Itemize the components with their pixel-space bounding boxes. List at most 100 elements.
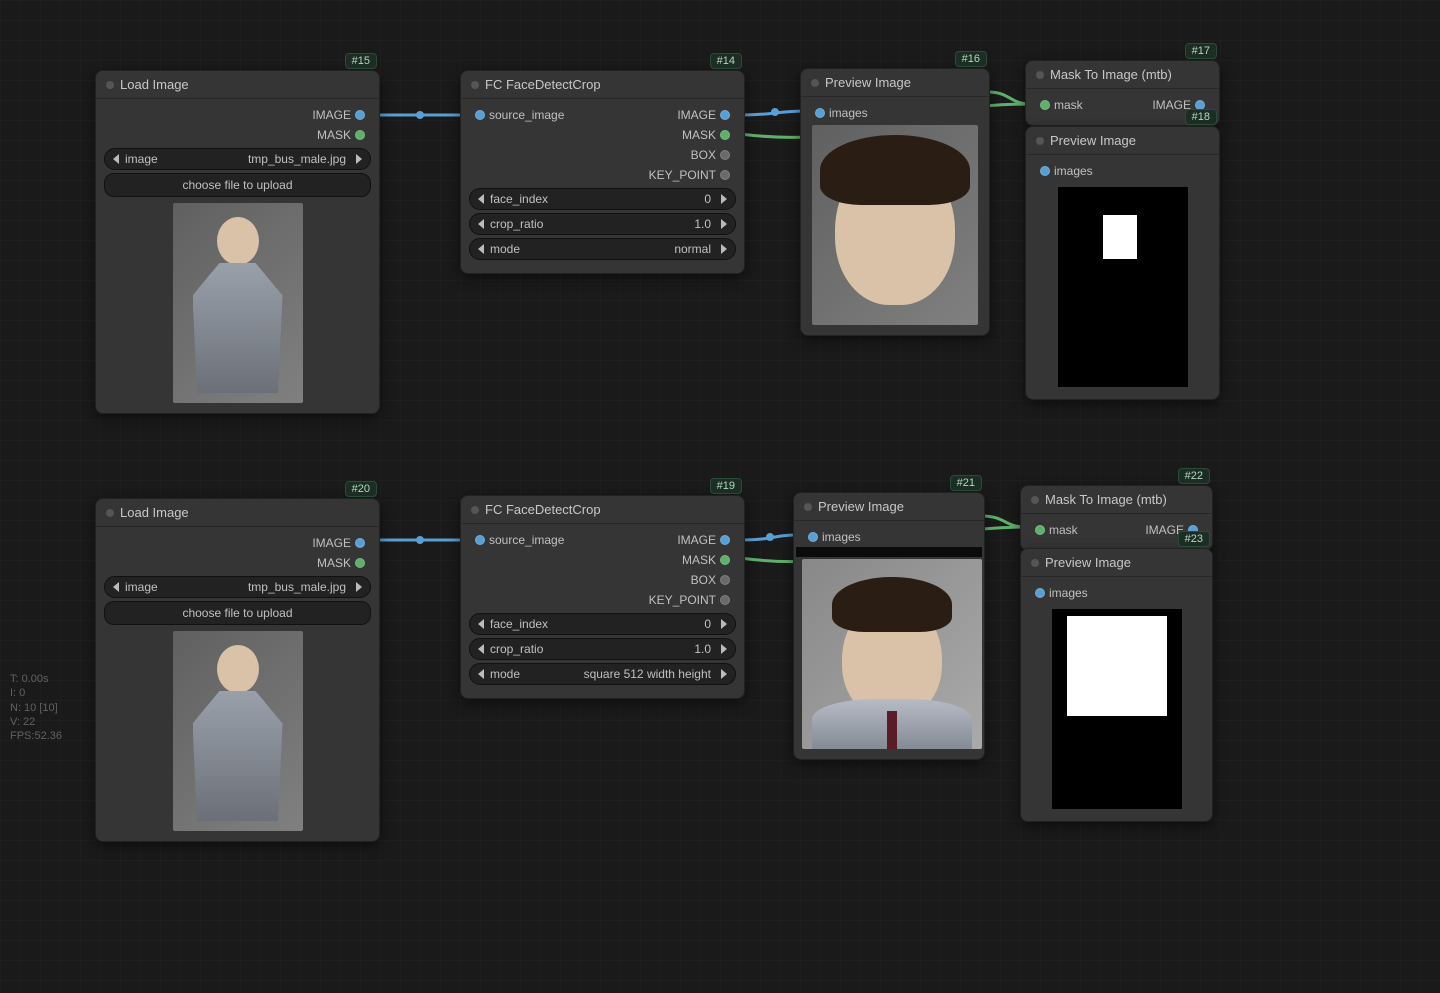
chevron-right-icon[interactable] [721,244,727,254]
preview-thumbnail[interactable] [173,203,303,403]
collapse-toggle-icon[interactable] [1036,71,1044,79]
collapse-toggle-icon[interactable] [804,503,812,511]
output-port-box[interactable] [720,575,730,585]
output-port-image[interactable] [720,535,730,545]
node-title-label: Preview Image [818,499,904,514]
face-index-widget[interactable]: face_index 0 [469,188,736,210]
chevron-right-icon[interactable] [721,669,727,679]
chevron-right-icon[interactable] [721,194,727,204]
output-port-keypoint[interactable] [720,170,730,180]
chevron-left-icon[interactable] [113,582,119,592]
output-mask-label: MASK [682,553,716,567]
node-id-badge: #21 [950,475,982,491]
output-box-label: BOX [691,573,716,587]
collapse-toggle-icon[interactable] [811,79,819,87]
preview-thumbnail[interactable] [812,125,978,325]
output-image-label: IMAGE [677,108,716,122]
node-title[interactable]: Preview Image [794,493,984,521]
mode-widget[interactable]: mode square 512 width height [469,663,736,685]
node-title-label: Mask To Image (mtb) [1045,492,1167,507]
output-port-box[interactable] [720,150,730,160]
collapse-toggle-icon[interactable] [471,81,479,89]
node-id-badge: #14 [710,53,742,69]
output-port-keypoint[interactable] [720,595,730,605]
node-title[interactable]: Load Image [96,499,379,527]
input-port-mask[interactable] [1035,525,1045,535]
chevron-right-icon[interactable] [356,582,362,592]
node-title[interactable]: Mask To Image (mtb) [1026,61,1219,89]
collapse-toggle-icon[interactable] [1031,559,1039,567]
output-port-image[interactable] [720,110,730,120]
stat-fps: FPS:52.36 [10,729,62,743]
crop-ratio-widget[interactable]: crop_ratio 1.0 [469,638,736,660]
widget-value: square 512 width height [584,667,715,681]
collapse-toggle-icon[interactable] [106,81,114,89]
output-mask-label: MASK [682,128,716,142]
chevron-left-icon[interactable] [478,669,484,679]
input-port-images[interactable] [808,532,818,542]
output-port-mask[interactable] [355,130,365,140]
output-port-image[interactable] [355,110,365,120]
output-image-label: IMAGE [312,536,351,550]
input-source-image-label: source_image [489,108,564,122]
node-title-label: Preview Image [1050,133,1136,148]
input-port-source-image[interactable] [475,535,485,545]
chevron-right-icon[interactable] [721,644,727,654]
output-port-mask[interactable] [355,558,365,568]
input-port-images[interactable] [815,108,825,118]
node-load-image-20[interactable]: #20 Load Image IMAGE MASK image tmp_bus_… [95,498,380,842]
node-facedetectcrop-19[interactable]: #19 FC FaceDetectCrop source_image IMAGE… [460,495,745,699]
stat-v: V: 22 [10,715,62,729]
output-port-image[interactable] [355,538,365,548]
node-preview-image-18[interactable]: #18 Preview Image images [1025,126,1220,400]
collapse-toggle-icon[interactable] [1031,496,1039,504]
node-id-badge: #15 [345,53,377,69]
image-selector-widget[interactable]: image tmp_bus_male.jpg [104,148,371,170]
collapse-toggle-icon[interactable] [106,509,114,517]
chevron-left-icon[interactable] [478,619,484,629]
node-preview-image-16[interactable]: #16 Preview Image images [800,68,990,336]
chevron-right-icon[interactable] [721,619,727,629]
node-title[interactable]: FC FaceDetectCrop [461,496,744,524]
node-title[interactable]: Mask To Image (mtb) [1021,486,1212,514]
node-title[interactable]: Load Image [96,71,379,99]
collapse-toggle-icon[interactable] [471,506,479,514]
upload-button[interactable]: choose file to upload [104,173,371,197]
node-preview-image-21[interactable]: #21 Preview Image images [793,492,985,760]
face-index-widget[interactable]: face_index 0 [469,613,736,635]
chevron-left-icon[interactable] [478,219,484,229]
node-preview-image-23[interactable]: #23 Preview Image images [1020,548,1213,822]
node-title[interactable]: Preview Image [801,69,989,97]
mode-widget[interactable]: mode normal [469,238,736,260]
output-port-mask[interactable] [720,555,730,565]
chevron-left-icon[interactable] [478,244,484,254]
chevron-left-icon[interactable] [478,194,484,204]
chevron-left-icon[interactable] [113,154,119,164]
preview-thumbnail[interactable] [802,559,982,749]
input-mask-label: mask [1054,98,1083,112]
input-port-mask[interactable] [1040,100,1050,110]
node-id-badge: #16 [955,51,987,67]
image-selector-widget[interactable]: image tmp_bus_male.jpg [104,576,371,598]
preview-thumbnail[interactable] [1052,609,1182,809]
input-port-images[interactable] [1040,166,1050,176]
input-images-label: images [822,530,861,544]
output-port-mask[interactable] [720,130,730,140]
node-facedetectcrop-14[interactable]: #14 FC FaceDetectCrop source_image IMAGE… [460,70,745,274]
chevron-left-icon[interactable] [478,644,484,654]
input-port-source-image[interactable] [475,110,485,120]
preview-thumbnail[interactable] [1058,187,1188,387]
chevron-right-icon[interactable] [721,219,727,229]
chevron-right-icon[interactable] [356,154,362,164]
node-title[interactable]: FC FaceDetectCrop [461,71,744,99]
output-keypoint-label: KEY_POINT [649,593,716,607]
input-port-images[interactable] [1035,588,1045,598]
collapse-toggle-icon[interactable] [1036,137,1044,145]
preview-thumbnail[interactable] [173,631,303,831]
node-load-image-15[interactable]: #15 Load Image IMAGE MASK image tmp_bus_… [95,70,380,414]
node-title[interactable]: Preview Image [1026,127,1219,155]
upload-button[interactable]: choose file to upload [104,601,371,625]
crop-ratio-widget[interactable]: crop_ratio 1.0 [469,213,736,235]
node-title[interactable]: Preview Image [1021,549,1212,577]
stats-overlay: T: 0.00s I: 0 N: 10 [10] V: 22 FPS:52.36 [10,672,62,743]
